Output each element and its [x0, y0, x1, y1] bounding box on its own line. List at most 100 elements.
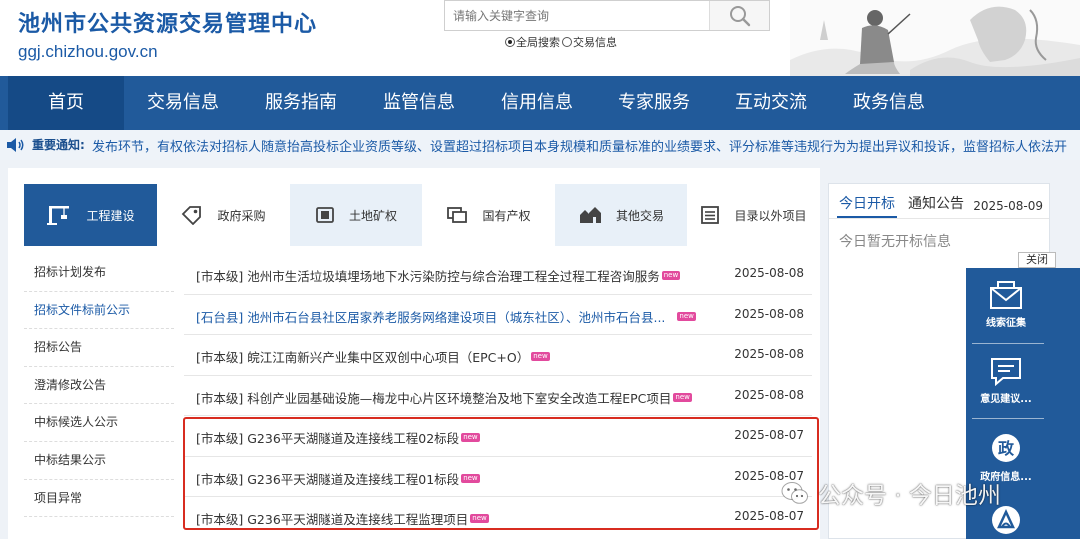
- new-badge: new: [470, 514, 489, 523]
- tab-notices[interactable]: 通知公告: [908, 193, 964, 213]
- crane-icon: [47, 206, 70, 225]
- float-item-suggestion-label: 意见建议...: [980, 394, 1032, 405]
- sub-category-sidebar: 招标计划发布 招标文件标前公示 招标公告 澄清修改公告 中标候选人公示 中标结果…: [24, 254, 174, 518]
- radio-checked-icon: [505, 37, 515, 47]
- nav-interaction[interactable]: 互动交流: [712, 76, 830, 130]
- svg-text:政: 政: [998, 439, 1015, 458]
- list-item-date: 2025-08-08: [734, 306, 804, 321]
- new-badge: new: [461, 473, 480, 483]
- search-box: [444, 0, 770, 31]
- watermark-text: 公众号 · 今日池州: [818, 483, 1001, 509]
- list-item-date: 2025-08-08: [734, 347, 804, 361]
- scope-all-label: 全局搜索: [516, 36, 560, 49]
- float-item-suggestion[interactable]: 意见建议...: [966, 356, 1046, 405]
- nav-expert[interactable]: 专家服务: [596, 76, 712, 130]
- tab-other-trade[interactable]: 其他交易: [555, 184, 687, 246]
- nav-trade-info[interactable]: 交易信息: [124, 76, 242, 130]
- list-item-title-text: [市本级] 池州市生活垃圾填埋场地下水污染防控与综合治理工程全过程工程咨询服务: [196, 269, 660, 284]
- sidebar-item-candidate-publicity[interactable]: 中标候选人公示: [24, 404, 174, 442]
- list-item[interactable]: [石台县] 池州市石台县社区居家养老服务网络建设项目（城东社区）、池州市石台县.…: [184, 295, 812, 335]
- nav-government[interactable]: 政务信息: [830, 76, 948, 130]
- chat-bubble-icon: [991, 358, 1021, 386]
- empty-message: 今日暂无开标信息: [839, 234, 951, 250]
- list-item-title: [市本级] G236平天湖隧道及连接线工程监理项目 new: [196, 509, 489, 528]
- houses-icon: [579, 207, 601, 223]
- search-scope: 全局搜索 交易信息: [505, 34, 619, 50]
- sidebar-item-result-publicity[interactable]: 中标结果公示: [24, 442, 174, 480]
- float-item-clue[interactable]: 线索征集: [966, 280, 1046, 329]
- list-item-title-text: [市本级] 皖江江南新兴产业集中区双创中心项目（EPC+O）: [196, 350, 530, 365]
- float-item-clue-label: 线索征集: [986, 318, 1026, 329]
- list-item-title-text: [市本级] G236平天湖隧道及连接线工程01标段: [196, 471, 460, 487]
- list-item-title-text: [石台县] 池州市石台县社区居家养老服务网络建设项目（城东社区）、池州市石台县.…: [196, 309, 666, 325]
- tab-state-assets[interactable]: 国有产权: [422, 184, 555, 246]
- speaker-icon: [7, 138, 24, 152]
- list-item[interactable]: [市本级] G236平天湖隧道及连接线工程02标段 new 2025-08-07: [184, 416, 812, 457]
- header: 池州市公共资源交易管理中心 ggj.chizhou.gov.cn 全局搜索 交易…: [0, 0, 1080, 76]
- tab-state-assets-label: 国有产权: [482, 208, 531, 223]
- new-badge: new: [677, 311, 696, 321]
- tab-land-mining[interactable]: 土地矿权: [290, 184, 422, 246]
- list-item-title-text: [市本级] G236平天湖隧道及连接线工程02标段: [196, 431, 460, 446]
- notice-label: 重要通知:: [32, 138, 85, 152]
- list-item[interactable]: [市本级] G236平天湖隧道及连接线工程监理项目 new 2025-08-07: [184, 497, 812, 538]
- notice-bar: 重要通知: 发布环节，有权依法对招标人随意抬高投标企业资质等级、设置超过招标项目…: [0, 130, 1080, 160]
- tab-today-opening[interactable]: 今日开标: [839, 193, 895, 213]
- mail-icon: [990, 281, 1022, 309]
- government-seal-icon: 政: [992, 434, 1020, 462]
- list-item-date: 2025-08-07: [734, 428, 804, 442]
- cart-tag-icon: [182, 206, 202, 225]
- active-tab-underline: [837, 216, 897, 218]
- list-item-title: [市本级] 科创产业园基础设施—梅龙中心片区环境整治及地下室安全改造工程EPC项…: [196, 388, 692, 407]
- new-badge: new: [661, 271, 681, 280]
- list-item-date: 2025-08-07: [734, 509, 804, 523]
- search-icon: [730, 6, 751, 27]
- search-input[interactable]: [445, 1, 709, 30]
- float-separator: [972, 418, 1044, 419]
- nav-service-guide[interactable]: 服务指南: [242, 76, 360, 130]
- tab-outside-catalog-label: 目录以外项目: [734, 208, 807, 223]
- today-date: 2025-08-09: [973, 199, 1043, 213]
- sidebar-item-tender-notice[interactable]: 招标公告: [24, 329, 174, 367]
- list-item-date: 2025-08-08: [734, 266, 804, 280]
- list-item-title: [市本级] 池州市生活垃圾填埋场地下水污染防控与综合治理工程全过程工程咨询服务 n…: [196, 266, 681, 285]
- new-badge: new: [531, 352, 550, 361]
- search-button[interactable]: [709, 1, 769, 30]
- scope-trade-radio[interactable]: 交易信息: [562, 34, 617, 50]
- site-title[interactable]: 池州市公共资源交易管理中心: [18, 6, 317, 38]
- scope-trade-label: 交易信息: [573, 36, 617, 49]
- tab-land-mining-label: 土地矿权: [348, 208, 397, 223]
- panel-divider: [829, 218, 1049, 219]
- nav-credit[interactable]: 信用信息: [478, 76, 596, 130]
- notice-text[interactable]: 发布环节，有权依法对招标人随意抬高投标企业资质等级、设置超过招标项目本身规模和质…: [92, 136, 1067, 155]
- float-separator: [972, 343, 1044, 344]
- tab-engineering[interactable]: 工程建设: [24, 184, 157, 246]
- close-button[interactable]: 关闭: [1018, 252, 1056, 268]
- scope-all-radio[interactable]: 全局搜索: [505, 34, 560, 50]
- wechat-icon: [781, 482, 808, 504]
- announcement-list: [市本级] 池州市生活垃圾填埋场地下水污染防控与综合治理工程全过程工程咨询服务 n…: [184, 254, 812, 538]
- main-panel: 工程建设 政府采购 土地矿权 国有产权 其他交易 目录以外项目 招标计划发布 招…: [8, 168, 820, 539]
- tab-procurement[interactable]: 政府采购: [157, 184, 290, 246]
- document-icon: [316, 207, 334, 223]
- sidebar-item-project-exception[interactable]: 项目异常: [24, 480, 174, 518]
- list-item[interactable]: [市本级] 池州市生活垃圾填埋场地下水污染防控与综合治理工程全过程工程咨询服务 n…: [184, 254, 812, 295]
- new-badge: new: [673, 392, 692, 402]
- list-item[interactable]: [市本级] 科创产业园基础设施—梅龙中心片区环境整治及地下室安全改造工程EPC项…: [184, 376, 812, 416]
- sidebar-item-tender-plan[interactable]: 招标计划发布: [24, 254, 174, 292]
- sidebar-item-clarification[interactable]: 澄清修改公告: [24, 367, 174, 405]
- list-item[interactable]: [市本级] 皖江江南新兴产业集中区双创中心项目（EPC+O） new 2025-0…: [184, 335, 812, 376]
- list-item-title: [市本级] 皖江江南新兴产业集中区双创中心项目（EPC+O） new: [196, 347, 550, 366]
- list-item[interactable]: [市本级] G236平天湖隧道及连接线工程01标段 new 2025-08-07: [184, 457, 812, 497]
- wechat-watermark: 公众号 · 今日池州: [780, 476, 1001, 510]
- tab-procurement-label: 政府采购: [217, 208, 266, 223]
- category-tabs: 工程建设 政府采购 土地矿权 国有产权 其他交易 目录以外项目: [24, 184, 820, 246]
- list-item-title: [石台县] 池州市石台县社区居家养老服务网络建设项目（城东社区）、池州市石台县.…: [196, 307, 696, 326]
- main-nav: 首页 交易信息 服务指南 监管信息 信用信息 专家服务 互动交流 政务信息: [0, 76, 1080, 130]
- nav-supervision[interactable]: 监管信息: [360, 76, 478, 130]
- sidebar-item-tender-doc-publicity[interactable]: 招标文件标前公示: [24, 292, 174, 330]
- nav-home[interactable]: 首页: [8, 76, 124, 130]
- tab-other-trade-label: 其他交易: [615, 208, 664, 223]
- list-item-title: [市本级] G236平天湖隧道及连接线工程02标段 new: [196, 428, 480, 447]
- tab-outside-catalog[interactable]: 目录以外项目: [687, 184, 820, 246]
